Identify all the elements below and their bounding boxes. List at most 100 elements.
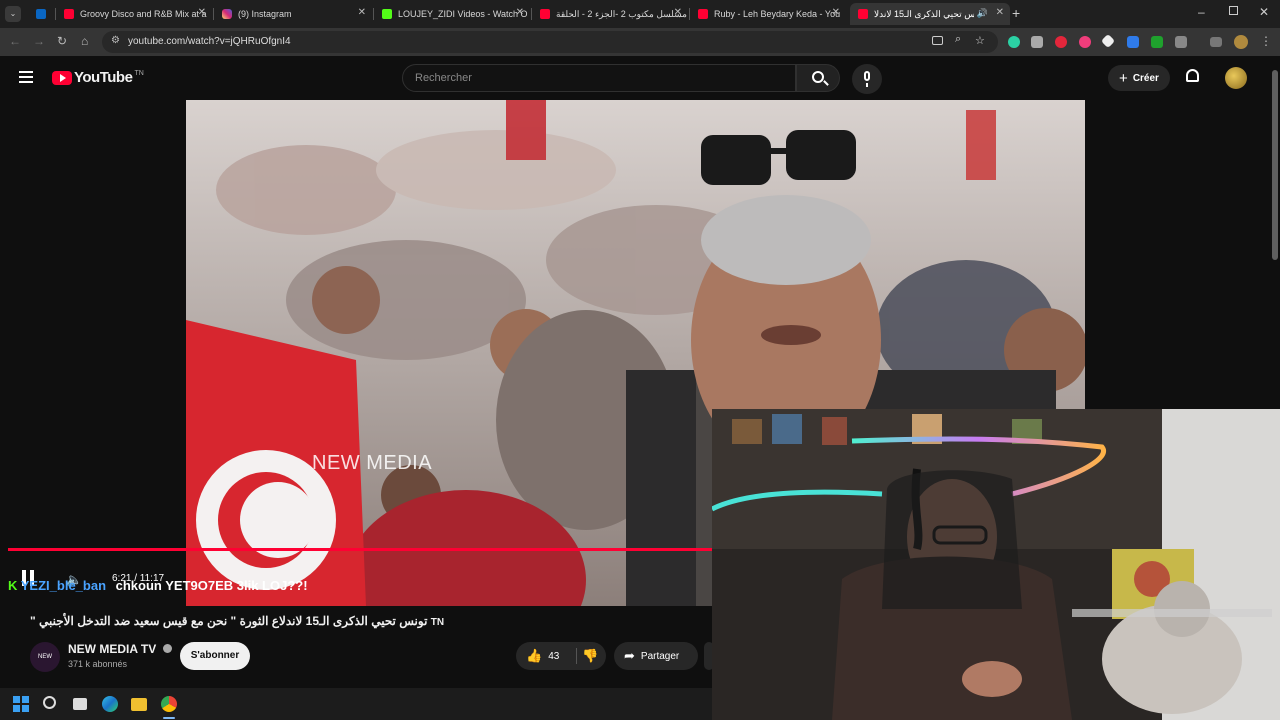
logo-text: YouTube xyxy=(74,69,133,86)
speaker-icon[interactable]: 🔊 xyxy=(977,8,988,19)
active-app-indicator xyxy=(163,717,175,719)
chrome-icon[interactable] xyxy=(161,696,177,712)
chat-username: YEZI_ble_ban xyxy=(20,578,107,593)
subscribe-button[interactable]: S'abonner xyxy=(180,642,250,670)
youtube-icon xyxy=(698,9,708,19)
site-info-icon[interactable]: ⚙ xyxy=(111,35,120,46)
account-avatar[interactable] xyxy=(1225,67,1247,89)
windows-taskbar xyxy=(0,688,712,720)
restore-icon[interactable] xyxy=(1229,6,1238,15)
channel-row: NEW NEW MEDIA TV 371 k abonnés S'abonner… xyxy=(30,640,714,674)
windows-start-icon[interactable] xyxy=(13,696,29,712)
search-placeholder: Rechercher xyxy=(415,72,472,84)
tab-ruby[interactable]: Ruby - Leh Beydary Keda - You ✕ xyxy=(690,3,846,25)
menu-dots-icon[interactable]: ⋮ xyxy=(1260,34,1272,48)
home-icon[interactable]: ⌂ xyxy=(81,34,88,48)
microphone-icon xyxy=(864,71,870,81)
thumbs-up-icon: 👍 xyxy=(526,648,543,663)
create-label: Créer xyxy=(1132,72,1159,84)
close-icon[interactable]: ✕ xyxy=(674,7,682,18)
close-window-icon[interactable]: ✕ xyxy=(1259,5,1269,19)
extension-icon[interactable] xyxy=(1100,33,1116,49)
profile-avatar-icon[interactable] xyxy=(1234,35,1248,49)
reload-icon[interactable]: ↻ xyxy=(57,34,67,48)
kick-icon: K xyxy=(8,578,21,593)
url-field[interactable]: ⚙ youtube.com/watch?v=jQHRuOfgnI4 ⌕ ☆ xyxy=(102,31,998,53)
file-explorer-icon[interactable] xyxy=(131,698,147,711)
close-icon[interactable]: ✕ xyxy=(996,7,1004,18)
tab-label: مسلسل مكتوب 2 -الجزء 2 - الحلقة xyxy=(556,8,688,19)
tab-label: Groovy Disco and R&B Mix at a xyxy=(80,9,207,19)
youtube-icon xyxy=(858,9,868,19)
search-input[interactable]: Rechercher xyxy=(402,64,796,92)
tab-search-chevron-icon[interactable]: ⌄ xyxy=(5,6,21,22)
tab-instagram[interactable]: (9) Instagram ✕ xyxy=(214,3,372,25)
streamer-webcam xyxy=(712,409,1280,720)
camera-extension-icon[interactable] xyxy=(1031,36,1043,48)
tab-label: (9) Instagram xyxy=(238,9,292,19)
forward-arrow-icon[interactable]: → xyxy=(33,34,45,48)
tab-linkedin[interactable] xyxy=(28,3,52,25)
plus-icon: + xyxy=(1119,69,1128,87)
like-count: 43 xyxy=(548,650,560,662)
extension-icon[interactable] xyxy=(1008,36,1020,48)
title-text: تونس تحيي الذكرى الـ15 لاندلاع الثورة " … xyxy=(30,614,428,628)
new-tab-plus-icon[interactable]: + xyxy=(1012,5,1020,21)
share-arrow-icon: ➦ xyxy=(624,648,635,663)
channel-avatar[interactable]: NEW xyxy=(30,642,60,672)
notifications-bell-icon[interactable] xyxy=(1186,69,1199,82)
browser-tab-bar: ⌄ Groovy Disco and R&B Mix at a ✕ (9) In… xyxy=(0,0,1280,28)
page-scrollbar[interactable] xyxy=(1270,56,1280,409)
tab-groovy-disco[interactable]: Groovy Disco and R&B Mix at a ✕ xyxy=(56,3,212,25)
tab-kick[interactable]: LOUJEY_ZIDI Videos - Watch O ✕ xyxy=(374,3,530,25)
close-icon[interactable]: ✕ xyxy=(516,7,524,18)
minimize-icon[interactable]: – xyxy=(1198,5,1205,19)
install-app-icon[interactable] xyxy=(932,36,943,45)
record-extension-icon[interactable] xyxy=(1055,36,1067,48)
tab-label: LOUJEY_ZIDI Videos - Watch O xyxy=(398,9,528,19)
like-button[interactable]: 👍 43 👎 xyxy=(516,642,606,670)
channel-name-text: NEW MEDIA TV xyxy=(68,642,157,656)
back-arrow-icon[interactable]: ← xyxy=(9,34,21,48)
tab-maktoub[interactable]: مسلسل مكتوب 2 -الجزء 2 - الحلقة ✕ xyxy=(532,3,688,25)
close-icon[interactable]: ✕ xyxy=(358,7,366,18)
search-icon[interactable] xyxy=(43,696,56,709)
kick-icon xyxy=(382,9,392,19)
edge-icon[interactable] xyxy=(102,696,118,712)
channel-name[interactable]: NEW MEDIA TV xyxy=(68,642,172,656)
tab-label: تونس تحيي الذكرى الـ15 لاندلا xyxy=(874,8,974,19)
bookmark-star-icon[interactable]: ☆ xyxy=(975,34,985,47)
linkedin-icon xyxy=(36,9,46,19)
share-button[interactable]: ➦ Partager xyxy=(614,642,698,670)
task-view-icon[interactable] xyxy=(73,698,87,710)
close-icon[interactable]: ✕ xyxy=(198,7,206,18)
close-icon[interactable]: ✕ xyxy=(832,7,840,18)
subscribe-label: S'abonner xyxy=(190,650,240,661)
video-watermark: NEW MEDIA xyxy=(312,452,433,474)
url-text: youtube.com/watch?v=jQHRuOfgnI4 xyxy=(128,36,291,47)
search-button[interactable] xyxy=(796,64,840,92)
create-button[interactable]: + Créer xyxy=(1108,65,1170,91)
tab-active-video[interactable]: تونس تحيي الذكرى الـ15 لاندلا 🔊 ✕ xyxy=(850,3,1010,25)
video-progress-bar[interactable] xyxy=(8,548,720,551)
scrollbar-thumb[interactable] xyxy=(1272,70,1278,260)
hamburger-menu-icon[interactable] xyxy=(19,71,33,83)
thumbs-down-icon[interactable]: 👎 xyxy=(582,648,598,664)
extensions-puzzle-icon[interactable] xyxy=(1175,36,1187,48)
extension-icon[interactable] xyxy=(1079,36,1091,48)
instagram-icon xyxy=(222,9,232,19)
reading-list-icon[interactable] xyxy=(1210,37,1222,47)
verified-icon xyxy=(162,644,172,653)
chat-overlay: K YEZI_ble_ban chkoun YET9O7EB 3lik LOJ?… xyxy=(8,578,308,593)
extension-icon[interactable] xyxy=(1151,36,1163,48)
share-label: Partager xyxy=(640,650,680,662)
extension-icon[interactable] xyxy=(1127,36,1139,48)
voice-search-button[interactable] xyxy=(852,64,882,94)
tab-label: Ruby - Leh Beydary Keda - You xyxy=(714,9,841,19)
youtube-icon xyxy=(64,9,74,19)
youtube-logo[interactable]: YouTube TN xyxy=(52,69,144,86)
chat-message: chkoun YET9O7EB 3lik LOJ??! xyxy=(115,578,308,593)
zoom-icon[interactable]: ⌕ xyxy=(955,33,961,46)
youtube-icon xyxy=(540,9,550,19)
address-toolbar: ← → ↻ ⌂ ⚙ youtube.com/watch?v=jQHRuOfgnI… xyxy=(0,28,1280,56)
